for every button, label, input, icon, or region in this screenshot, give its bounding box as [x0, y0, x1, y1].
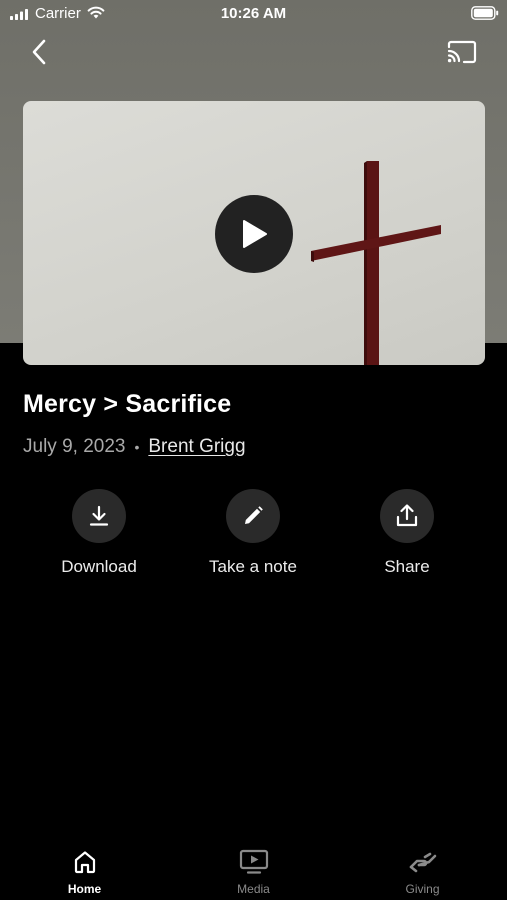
status-bar: Carrier 10:26 AM: [0, 0, 507, 28]
cast-icon: [447, 40, 477, 64]
pencil-icon: [245, 506, 263, 524]
battery-icon: [471, 6, 499, 20]
home-icon: [70, 848, 100, 876]
take-note-action[interactable]: Take a note: [176, 489, 330, 577]
download-label: Download: [61, 557, 137, 576]
speaker-link[interactable]: Brent Grigg: [148, 436, 245, 458]
tab-media[interactable]: Media: [169, 848, 338, 896]
download-icon: [89, 505, 109, 526]
tab-bar: Home Media Giving: [0, 840, 507, 900]
share-action[interactable]: Share: [330, 489, 484, 577]
sermon-title: Mercy > Sacrifice: [23, 390, 232, 418]
tab-home[interactable]: Home: [0, 848, 169, 896]
tab-giving-label: Giving: [405, 882, 440, 896]
share-label: Share: [384, 557, 430, 576]
share-icon: [396, 504, 418, 527]
download-button[interactable]: [72, 489, 126, 543]
play-icon: [243, 220, 267, 248]
back-button[interactable]: [24, 36, 56, 68]
sermon-date: July 9, 2023: [23, 436, 126, 457]
play-button[interactable]: [215, 195, 293, 273]
share-button[interactable]: [380, 489, 434, 543]
video-thumbnail[interactable]: [23, 101, 485, 365]
take-note-button[interactable]: [226, 489, 280, 543]
chevron-left-icon: [32, 39, 46, 65]
giving-icon: [408, 848, 438, 876]
sermon-meta: July 9, 2023 • Brent Grigg: [23, 436, 246, 458]
media-icon: [239, 848, 269, 876]
status-time: 10:26 AM: [220, 5, 287, 22]
download-action[interactable]: Download: [22, 489, 176, 577]
tab-media-label: Media: [237, 882, 270, 896]
tab-home-label: Home: [67, 882, 102, 896]
meta-separator: •: [134, 439, 140, 455]
cast-button[interactable]: [445, 36, 479, 68]
take-note-label: Take a note: [209, 557, 297, 576]
tab-giving[interactable]: Giving: [338, 848, 507, 896]
